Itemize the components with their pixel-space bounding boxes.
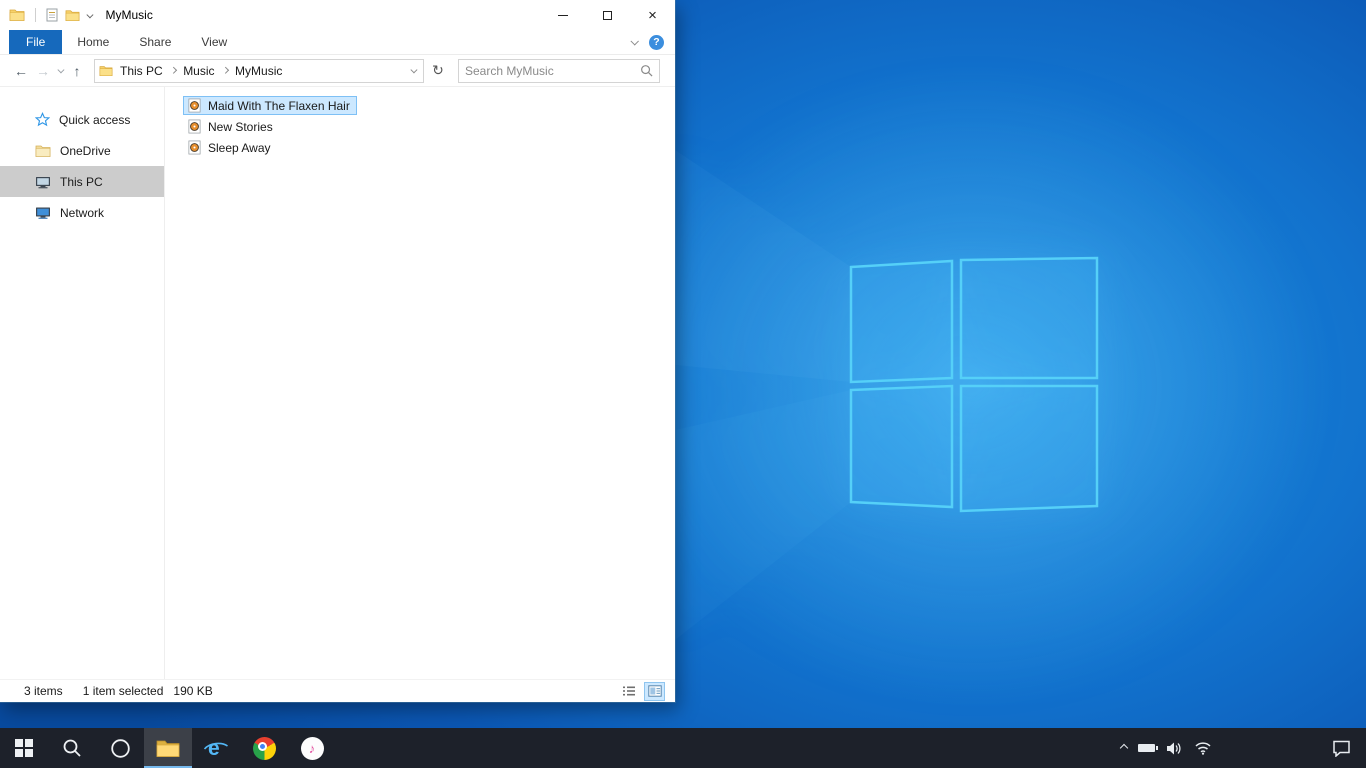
itunes-icon: ♪ [300, 736, 324, 760]
taskbar-spacer [336, 728, 1121, 768]
explorer-main: Quick access OneDrive This PC Network Ma… [0, 87, 675, 679]
breadcrumb-music[interactable]: Music [176, 60, 221, 82]
details-view-button[interactable] [618, 682, 639, 701]
customize-qat-chevron-icon[interactable] [86, 11, 94, 18]
search-box[interactable] [458, 58, 660, 83]
breadcrumb-this-pc[interactable]: This PC [113, 60, 170, 82]
chrome-icon [252, 736, 276, 760]
details-view-icon [622, 686, 635, 696]
ribbon-tab-bar: File Home Share View ? [0, 30, 675, 55]
show-hidden-icons-chevron-icon[interactable] [1119, 743, 1129, 753]
refresh-button[interactable]: ↻ [426, 59, 450, 83]
sidebar-item-label: This PC [60, 174, 103, 189]
minimize-icon [557, 14, 568, 16]
title-bar[interactable]: MyMusic × [0, 0, 675, 30]
start-button[interactable] [0, 728, 48, 768]
file-list[interactable]: Maid With The Flaxen Hair New Stories Sl… [165, 87, 675, 679]
close-button[interactable]: × [630, 0, 675, 30]
file-item[interactable]: Sleep Away [183, 137, 675, 158]
large-icons-view-button[interactable] [644, 681, 665, 701]
file-item[interactable]: Maid With The Flaxen Hair [183, 95, 675, 116]
taskbar-search-button[interactable] [48, 728, 96, 768]
selection-count: 1 item selected [82, 684, 164, 698]
file-name: New Stories [208, 119, 273, 134]
media-file-icon [188, 98, 201, 113]
system-tray [1119, 728, 1212, 768]
sidebar-item-quick-access[interactable]: Quick access [0, 104, 164, 135]
breadcrumb-separator-icon [221, 67, 228, 74]
minimize-button[interactable] [540, 0, 585, 30]
taskbar-file-explorer[interactable] [144, 728, 192, 768]
cortana-icon [110, 738, 130, 758]
navigation-bar: ← → ↑ This PC Music MyMusic ↻ [0, 55, 675, 87]
breadcrumb-separator-icon [169, 67, 177, 74]
close-icon: × [648, 6, 657, 24]
taskbar: e ♪ [0, 728, 1366, 768]
volume-icon[interactable] [1166, 741, 1183, 756]
address-folder-icon [99, 66, 113, 77]
action-center-button[interactable] [1320, 728, 1362, 768]
tab-file[interactable]: File [9, 30, 63, 54]
battery-icon[interactable] [1138, 744, 1158, 752]
maximize-button[interactable] [585, 0, 630, 30]
sidebar-item-onedrive[interactable]: OneDrive [0, 135, 164, 166]
media-file-icon [188, 119, 201, 134]
media-file-icon [188, 140, 201, 155]
ribbon-right-controls: ? [630, 30, 675, 54]
file-item[interactable]: New Stories [183, 116, 675, 137]
taskbar-internet-explorer[interactable]: e [192, 728, 240, 768]
star-icon [35, 112, 50, 127]
quick-access-toolbar [0, 7, 94, 23]
network-wifi-icon[interactable] [1194, 741, 1212, 755]
address-bar[interactable]: This PC Music MyMusic [94, 58, 424, 83]
view-toggles [618, 681, 665, 701]
forward-button[interactable]: → [32, 59, 54, 83]
cortana-button[interactable] [96, 728, 144, 768]
expand-ribbon-chevron-icon[interactable] [630, 37, 639, 46]
taskbar-chrome[interactable] [240, 728, 288, 768]
address-dropdown-chevron-icon[interactable] [410, 66, 417, 73]
search-icon[interactable] [640, 64, 653, 77]
large-icons-view-icon [647, 685, 662, 697]
help-icon[interactable]: ? [649, 34, 664, 50]
onedrive-folder-icon [35, 145, 51, 157]
network-icon [36, 207, 50, 219]
file-explorer-icon [156, 740, 180, 757]
sidebar-item-label: Network [60, 205, 105, 220]
sidebar-item-network[interactable]: Network [0, 197, 164, 228]
window-title: MyMusic [105, 8, 153, 22]
items-count: 3 items [24, 684, 63, 698]
new-folder-icon[interactable] [65, 8, 80, 22]
file-name: Sleep Away [208, 140, 271, 155]
breadcrumb-mymusic[interactable]: MyMusic [228, 60, 289, 82]
svg-text:e: e [208, 737, 220, 760]
qat-divider [35, 8, 36, 22]
navigation-pane: Quick access OneDrive This PC Network [0, 87, 165, 679]
windows-start-icon [15, 739, 33, 757]
back-button[interactable]: ← [10, 59, 32, 83]
search-icon [63, 739, 81, 757]
computer-icon [36, 176, 50, 188]
action-center-icon [1332, 740, 1350, 757]
sidebar-item-this-pc[interactable]: This PC [0, 166, 164, 197]
window-folder-icon [9, 9, 25, 21]
tab-share[interactable]: Share [124, 30, 186, 54]
file-explorer-window: MyMusic × File Home Share View ? ← → ↑ T… [0, 0, 675, 702]
sidebar-item-label: OneDrive [60, 143, 111, 158]
up-button[interactable]: ↑ [66, 59, 88, 83]
recent-locations-chevron-icon[interactable] [54, 59, 66, 83]
file-name: Maid With The Flaxen Hair [208, 98, 350, 113]
internet-explorer-icon: e [203, 737, 228, 760]
selection-size: 190 KB [173, 684, 213, 698]
search-input[interactable] [465, 63, 640, 78]
tab-home[interactable]: Home [62, 30, 124, 54]
status-bar: 3 items 1 item selected 190 KB [0, 679, 675, 702]
window-controls: × [540, 0, 675, 30]
tab-view[interactable]: View [186, 30, 242, 54]
sidebar-item-label: Quick access [59, 112, 131, 127]
maximize-icon [603, 10, 612, 20]
taskbar-itunes[interactable]: ♪ [288, 728, 336, 768]
properties-icon[interactable] [46, 8, 58, 22]
